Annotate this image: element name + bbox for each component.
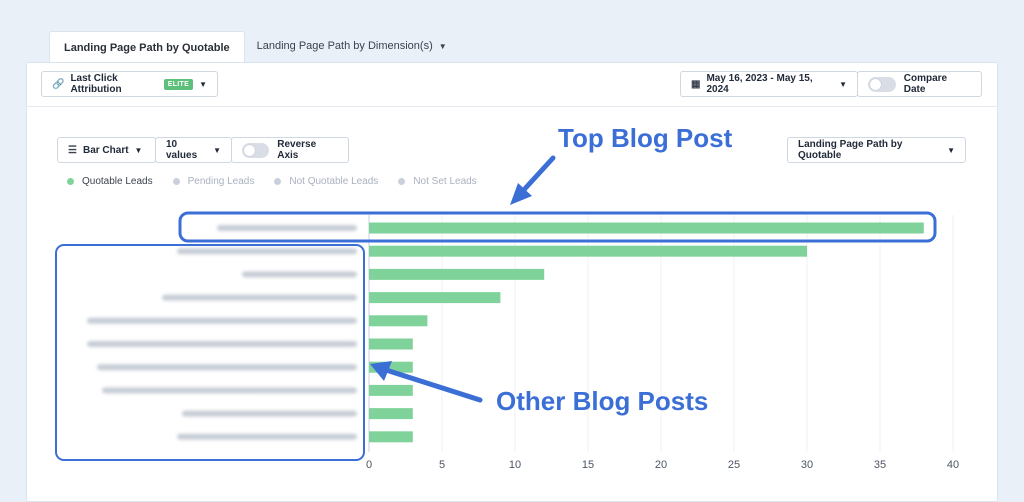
date-range-picker[interactable]: ▦ May 16, 2023 - May 15, 2024 ▼ [680, 71, 858, 97]
attribution-label: Last Click Attribution [70, 73, 122, 95]
chevron-down-icon: ▼ [199, 79, 207, 89]
reverse-axis-label: Reverse Axis [277, 139, 317, 161]
bar-chart-icon: ☰ [68, 144, 77, 156]
tab-bar: Landing Page Path by Quotable Landing Pa… [49, 31, 459, 63]
tab-landing-page-by-dimension[interactable]: Landing Page Path by Dimension(s) ▼ [245, 31, 459, 61]
legend-dot [172, 178, 180, 185]
toggle-switch[interactable] [868, 76, 896, 92]
legend-item-not-quotable[interactable]: Not Quotable Leads [274, 176, 378, 187]
chart-legend: Quotable Leads Pending Leads Not Quotabl… [67, 176, 477, 187]
legend-label: Quotable Leads [82, 176, 153, 187]
legend-label: Not Quotable Leads [289, 176, 379, 187]
dimension-select-dropdown[interactable]: Landing Page Path by Quotable ▼ [787, 137, 966, 163]
values-count-dropdown[interactable]: 10 values ▼ [155, 137, 232, 163]
legend-label: Not Set Leads [413, 176, 477, 187]
chart-type-dropdown[interactable]: ☰ Bar Chart ▼ [57, 137, 156, 163]
legend-item-quotable[interactable]: Quotable Leads [67, 176, 153, 187]
dimension-select-label: Landing Page Path by Quotable [798, 139, 903, 161]
legend-item-pending[interactable]: Pending Leads [172, 176, 255, 187]
legend-dot [398, 178, 406, 185]
chevron-down-icon: ▼ [839, 79, 847, 89]
chevron-down-icon: ▼ [947, 145, 955, 155]
elite-badge: ELITE [163, 78, 194, 90]
compare-label: Compare Date [903, 73, 948, 95]
divider [26, 106, 998, 107]
link-icon: 🔗 [52, 78, 65, 90]
annotation-other-blog-posts: Other Blog Posts [496, 386, 709, 416]
legend-label: Pending Leads [187, 176, 255, 187]
chevron-down-icon: ▼ [134, 145, 143, 155]
report-panel [26, 62, 998, 502]
chevron-down-icon: ▼ [213, 145, 221, 155]
calendar-icon: ▦ [691, 78, 701, 90]
legend-item-not-set[interactable]: Not Set Leads [398, 176, 477, 187]
chevron-down-icon: ▼ [438, 41, 447, 51]
date-range-label: May 16, 2023 - May 15, 2024 [706, 73, 813, 95]
annotation-top-blog-post: Top Blog Post [558, 123, 733, 153]
reverse-axis-toggle[interactable]: Reverse Axis [231, 137, 349, 163]
tab-landing-page-by-quotable[interactable]: Landing Page Path by Quotable [49, 31, 245, 63]
compare-date-toggle[interactable]: Compare Date [857, 71, 982, 97]
tab-label: Landing Page Path by Dimension(s) [256, 40, 433, 52]
tab-label: Landing Page Path by Quotable [64, 41, 230, 54]
legend-dot [274, 178, 282, 185]
attribution-dropdown[interactable]: 🔗 Last Click Attribution ELITE ▼ [41, 71, 218, 97]
values-count-label: 10 values [166, 139, 198, 161]
legend-dot [67, 178, 74, 185]
toggle-switch[interactable] [242, 142, 270, 158]
chart-type-label: Bar Chart [82, 144, 129, 156]
